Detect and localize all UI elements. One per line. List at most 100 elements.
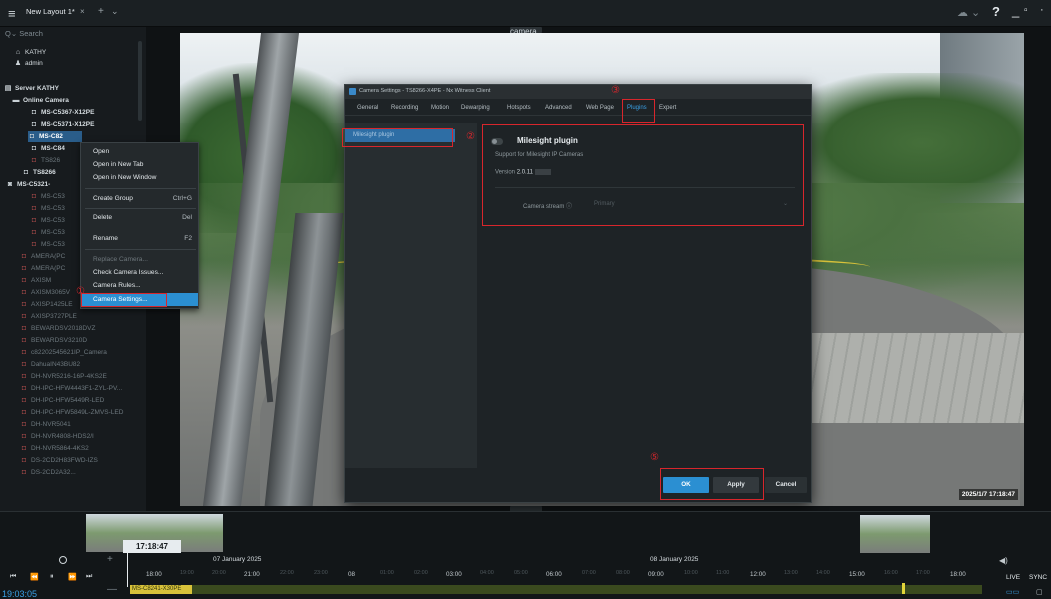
tree-item-camera[interactable]: ◘ DH-NVR5216-16P-4KS2E [20, 371, 107, 382]
tab-expert[interactable]: Expert [659, 105, 676, 111]
camera-icon: ◘ [21, 313, 27, 320]
tab-web-page[interactable]: Web Page [586, 105, 614, 111]
tree-item-camera[interactable]: ◘ AXISP3727PLE [20, 311, 77, 322]
bookmark-marker[interactable] [902, 583, 905, 594]
tree-item-camera[interactable]: ◘ TS8266 [22, 167, 56, 178]
menu-item-camera-rules[interactable]: Camera Rules... [81, 279, 198, 292]
tree-item-camera[interactable]: ◘ BEWARDSV2018DVZ [20, 323, 96, 334]
chevron-down-icon[interactable]: ⌄ [111, 6, 119, 17]
add-tab-button[interactable]: + [98, 6, 104, 17]
pause-button[interactable]: ⏸ [50, 573, 54, 581]
tree-item-user[interactable]: ♟ admin [14, 58, 43, 69]
tree-item-camera[interactable]: ◘ AXISP1425LE [20, 299, 73, 310]
calendar-icon[interactable]: ▢ [1036, 588, 1043, 596]
tree-item-camera[interactable]: ◘ MS-C84 [30, 143, 65, 154]
tree-item-camera-group[interactable]: ◙ MS-C5321- [6, 179, 50, 190]
track-camera-label: MS-C8241-X30PE [130, 585, 192, 594]
tree-item-camera[interactable]: ◘ DH-IPC-HFW5449R-LED [20, 395, 104, 406]
cloud-icon[interactable]: ☁ ⌄ [957, 6, 980, 19]
tree-item-camera[interactable]: ◘ DH-NVR5864-4KS2 [20, 443, 89, 454]
sync-button[interactable]: SYNC [1029, 574, 1047, 581]
menu-item-create-group[interactable]: Create Group Ctrl+G [81, 192, 198, 205]
tree-item-camera[interactable]: ◘ MS-C53 [30, 191, 65, 202]
tree-item-camera[interactable]: ◘ MS-C5367-X12PE [30, 107, 95, 118]
tree-item-camera[interactable]: ◘ MS-C53 [30, 215, 65, 226]
menu-item-check-camera-issues[interactable]: Check Camera Issues... [81, 266, 198, 279]
tab-motion[interactable]: Motion [431, 105, 449, 111]
tree-item-camera[interactable]: ◘ AXISM3065V [20, 287, 70, 298]
cancel-button[interactable]: Cancel [765, 477, 807, 493]
minimize-button[interactable]: _ [1012, 3, 1019, 18]
camera-icon: ◘ [31, 121, 37, 128]
minor-hour-label: 04:00 [480, 570, 494, 576]
menu-separator [85, 249, 196, 250]
thumbnails-toggle-icon[interactable]: ▭▭ [1006, 588, 1019, 596]
search-input[interactable]: Q⌄ Search [5, 29, 43, 38]
camera-group-icon: ◙ [7, 181, 13, 188]
tab-close-icon[interactable]: × [80, 7, 85, 16]
tab-recording[interactable]: Recording [391, 105, 418, 111]
minor-hour-label: 08:00 [616, 570, 630, 576]
current-time-label: 17:18:47 [123, 540, 181, 553]
tab-dewarping[interactable]: Dewarping [461, 105, 490, 111]
tree-item-camera[interactable]: ◘ DS-2CD2H83FWD-IZS [20, 455, 98, 466]
zoom-in-button[interactable]: + [107, 554, 113, 565]
maximize-button[interactable]: ▫ [1024, 5, 1028, 16]
shortcut-label: Del [182, 214, 192, 221]
tree-item-camera[interactable]: ◘ DH-NVR5041 [20, 419, 71, 430]
tree-item-camera[interactable]: ◘ DH-IPC-HFW4443F1-ZYL-PV... [20, 383, 122, 394]
camera-icon: ◘ [21, 469, 27, 476]
tree-item-camera[interactable]: ◘ AMERA(PC [20, 251, 65, 262]
recording-track[interactable] [130, 585, 982, 594]
tree-item-camera[interactable]: ◘ TS826 [30, 155, 60, 166]
minor-hour-label: 13:00 [784, 570, 798, 576]
tree-item-camera[interactable]: ◘ DS-2CD2A32... [20, 467, 76, 478]
camera-icon: ◘ [31, 205, 37, 212]
menu-item-open-new-window[interactable]: Open in New Window [81, 171, 198, 184]
rewind-button[interactable]: ⏪ [30, 573, 39, 581]
tree-item-camera[interactable]: ◘ BEWARDSV3210D [20, 335, 87, 346]
menu-item-rename[interactable]: Rename F2 [81, 232, 198, 245]
tree-item-camera[interactable]: ◘ DH-IPC-HFW5849L-ZMVS-LED [20, 407, 124, 418]
zoom-out-button[interactable]: — [107, 584, 117, 595]
tree-item-camera[interactable]: ◘ DahuaIN43BU82 [20, 359, 80, 370]
help-button[interactable]: ? [992, 4, 1000, 19]
fast-forward-button[interactable]: ⏩ [68, 573, 77, 581]
tree-item-camera[interactable]: ◘ MS-C53 [30, 239, 65, 250]
speed-dial-icon[interactable] [59, 556, 67, 564]
hour-label: 06:00 [546, 571, 562, 578]
volume-icon[interactable]: ◀) [999, 556, 1008, 565]
timeline-cursor[interactable] [127, 553, 128, 587]
tab-hotspots[interactable]: Hotspots [507, 105, 531, 111]
tree-item-system[interactable]: ⌂ KATHY [14, 47, 46, 58]
menu-item-open-new-tab[interactable]: Open in New Tab [81, 158, 198, 171]
hamburger-icon[interactable]: ≡ [8, 6, 16, 21]
tree-item-camera[interactable]: ◘ AMERA(PC [20, 263, 65, 274]
tree-item-server[interactable]: ▤ Server KATHY [4, 83, 59, 94]
camera-icon: ◘ [21, 397, 27, 404]
camera-icon: ◘ [21, 277, 27, 284]
tree-item-camera[interactable]: ◘ AXISM [20, 275, 51, 286]
skip-back-button[interactable]: ⏮ [10, 573, 16, 581]
tree-item-camera[interactable]: ◘ c82202545621IP_Camera [20, 347, 107, 358]
dialog-titlebar[interactable]: Camera Settings - TS8266-X4PE - Nx Witne… [345, 85, 811, 99]
menu-item-open[interactable]: Open [81, 145, 198, 158]
tree-item-camera[interactable]: ◘ MS-C5371-X12PE [30, 119, 95, 130]
menu-item-delete[interactable]: Delete Del [81, 211, 198, 224]
camera-icon: ◘ [21, 325, 27, 332]
tree-item-camera[interactable]: ◘ DH-NVR4808-HDS2/I [20, 431, 94, 442]
live-button[interactable]: LIVE [1006, 574, 1020, 581]
skip-forward-button[interactable]: ⏭ [86, 573, 92, 581]
tab-advanced[interactable]: Advanced [545, 105, 572, 111]
timeline-panel: 17:18:47 + — ⏮ ⏪ ⏸ ⏩ ⏭ 19:03:05 07 Janua… [0, 511, 1051, 599]
tab-general[interactable]: General [357, 105, 378, 111]
close-button[interactable]: · [1040, 4, 1044, 16]
hour-label: 03:00 [446, 571, 462, 578]
tree-item-camera-selected[interactable]: ◘ MS-C82 [28, 131, 82, 142]
scrollbar[interactable] [138, 41, 142, 121]
tree-item-camera[interactable]: ◘ MS-C53 [30, 203, 65, 214]
tree-item-camera[interactable]: ◘ MS-C53 [30, 227, 65, 238]
timeline-thumbnail [860, 515, 930, 553]
tree-item-online-camera[interactable]: ▬ Online Camera [12, 95, 69, 106]
minor-hour-label: 11:00 [716, 570, 730, 576]
